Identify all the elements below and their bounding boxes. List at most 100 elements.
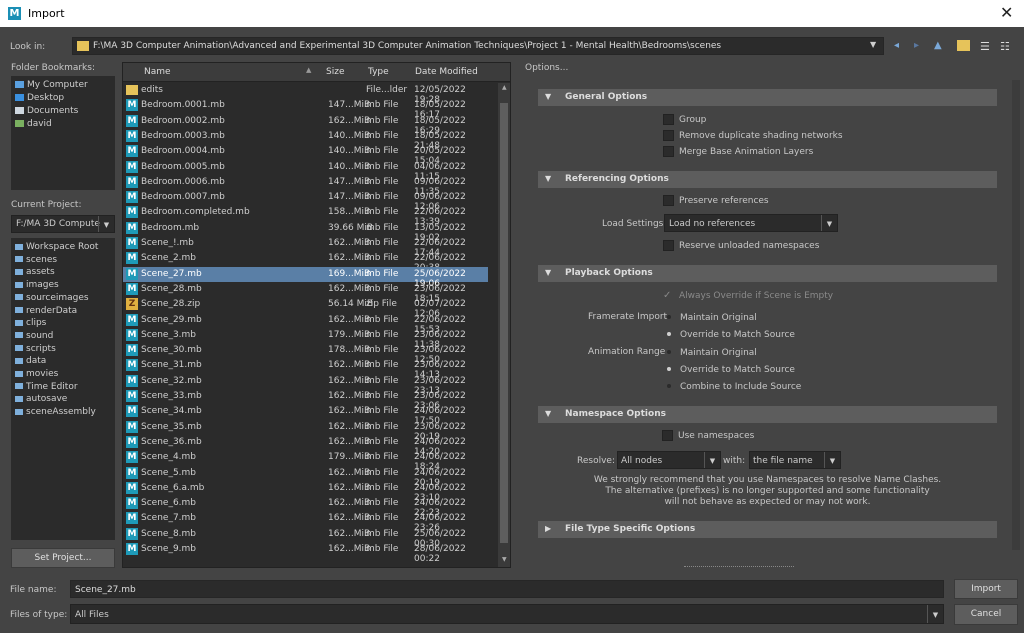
column-date-modified[interactable]: Date Modified xyxy=(415,67,478,77)
namespace-options-header[interactable]: ▼ Namespace Options xyxy=(538,406,997,423)
merge-layers-checkbox[interactable] xyxy=(663,146,674,157)
remove-duplicate-checkbox[interactable] xyxy=(663,130,674,141)
new-folder-icon[interactable] xyxy=(957,40,970,51)
sort-ascending-icon: ▲ xyxy=(306,66,312,74)
bookmark-david[interactable]: david xyxy=(15,119,52,129)
table-row[interactable]: M Scene_6.mb 162...MiB mb File 24/06/2022 22… xyxy=(123,496,488,518)
project-dir-item[interactable]: Workspace Root xyxy=(15,242,98,252)
table-row[interactable]: M Scene_9.mb 162...MiB mb File 28/06/2022 00… xyxy=(123,542,488,564)
project-dir-item[interactable]: scripts xyxy=(15,344,56,354)
cell-type: mb File xyxy=(366,222,399,233)
table-row[interactable]: M Bedroom.0004.mb 140...MiB mb File 20/05/20… xyxy=(123,144,488,166)
range-maintain-radio[interactable] xyxy=(667,350,671,354)
range-combine-radio[interactable] xyxy=(667,384,671,388)
scrollbar-thumb[interactable] xyxy=(500,103,508,543)
splitter-handle[interactable] xyxy=(684,566,794,568)
column-size[interactable]: Size xyxy=(326,67,344,77)
framerate-maintain-radio[interactable] xyxy=(667,315,671,319)
bookmark-desktop[interactable]: Desktop xyxy=(15,93,64,103)
forward-icon[interactable]: ▸ xyxy=(914,40,928,52)
set-project-button[interactable]: Set Project... xyxy=(11,548,115,568)
table-row[interactable]: M Scene_8.mb 162...MiB mb File 25/06/2022 00… xyxy=(123,527,488,549)
use-namespaces-checkbox[interactable] xyxy=(662,430,673,441)
file-name-input[interactable]: Scene_27.mb xyxy=(70,580,944,598)
up-folder-icon[interactable]: ▲ xyxy=(934,40,948,52)
project-dir-item[interactable]: images xyxy=(15,280,59,290)
project-dir-item[interactable]: Time Editor xyxy=(15,382,78,392)
playback-options-header[interactable]: ▼ Playback Options xyxy=(538,265,997,282)
load-settings-dropdown[interactable]: Load no references ▼ xyxy=(664,214,838,232)
cell-name: Scene_2.mb xyxy=(141,253,197,264)
table-row[interactable]: M Bedroom.0003.mb 140...MiB mb File 18/05/20… xyxy=(123,129,488,151)
project-dir-item[interactable]: assets xyxy=(15,267,55,277)
import-button[interactable]: Import xyxy=(954,579,1018,599)
table-row[interactable]: M Scene_28.mb 162...MiB mb File 23/06/2022 1… xyxy=(123,282,488,304)
table-row[interactable]: M Scene_33.mb 162...MiB mb File 23/06/2022 2… xyxy=(123,389,488,411)
back-icon[interactable]: ◂ xyxy=(894,40,908,52)
table-row[interactable]: M Scene_30.mb 178...MiB mb File 23/06/2022 1… xyxy=(123,343,488,365)
table-row[interactable]: MScene_2.mb162...MiBmb File22/06/2022 20… xyxy=(123,251,488,273)
table-row[interactable]: M Bedroom.0002.mb 162...MiB mb File 18/05/20… xyxy=(123,114,488,136)
project-dir-item[interactable]: sourceimages xyxy=(15,293,89,303)
file-list-scrollbar[interactable]: ▲ ▼ xyxy=(498,83,510,567)
cell-type: mb File xyxy=(366,482,399,493)
with-dropdown[interactable]: the file name ▼ xyxy=(749,451,841,469)
scroll-up-icon[interactable]: ▲ xyxy=(502,84,507,91)
project-dir-item[interactable]: sceneAssembly xyxy=(15,407,96,417)
table-row[interactable]: M Scene_!.mb 162...MiB mb File 22/06/2022 17… xyxy=(123,236,488,258)
project-dir-item[interactable]: movies xyxy=(15,369,58,379)
table-row[interactable]: M Scene_36.mb 162...MiB mb File 24/06/2022 1… xyxy=(123,435,488,457)
cell-size: 147...MiB xyxy=(328,100,371,111)
table-row[interactable]: M Scene_6.a.mb 162...MiB mb File 24/06/2022 … xyxy=(123,481,488,503)
range-override-radio[interactable] xyxy=(667,367,671,371)
general-options-header[interactable]: ▼ General Options xyxy=(538,89,997,106)
cancel-button[interactable]: Cancel xyxy=(954,604,1018,625)
bookmark-documents[interactable]: Documents xyxy=(15,106,78,116)
project-dir-item[interactable]: autosave xyxy=(15,394,67,404)
table-row[interactable]: Z Scene_28.zip 56.14 MiB zip File 02/07/2022… xyxy=(123,297,488,319)
maya-file-icon: M xyxy=(126,114,138,127)
table-row[interactable]: M Scene_34.mb 162...MiB mb File 24/06/2022 1… xyxy=(123,404,488,426)
group-checkbox[interactable] xyxy=(663,114,674,125)
project-dir-item[interactable]: data xyxy=(15,356,46,366)
project-dir-item[interactable]: clips xyxy=(15,318,46,328)
table-row[interactable]: edits File...lder 12/05/2022 19:28 xyxy=(123,83,488,105)
list-view-icon[interactable]: ☰ xyxy=(980,40,994,53)
reserve-namespaces-checkbox[interactable] xyxy=(663,240,674,251)
table-row[interactable]: M Scene_32.mb 162...MiB mb File 23/06/2022 2… xyxy=(123,374,488,396)
table-row[interactable]: M Bedroom.0005.mb 140...MiB mb File 04/06/20… xyxy=(123,160,488,182)
table-row[interactable]: M Scene_29.mb 162...MiB mb File 22/06/2022 1… xyxy=(123,313,488,335)
project-dir-item[interactable]: scenes xyxy=(15,255,57,265)
table-row[interactable]: M Scene_3.mb 179...MiB mb File 23/06/2022 11… xyxy=(123,328,488,350)
table-row[interactable]: M Scene_7.mb 162...MiB mb File 24/06/2022 23… xyxy=(123,511,488,533)
referencing-options-header[interactable]: ▼ Referencing Options xyxy=(538,171,997,188)
check-icon[interactable]: ✓ xyxy=(663,290,671,301)
cell-size: 178...MiB xyxy=(328,345,371,356)
table-row[interactable]: M Scene_31.mb 162...MiB mb File 23/06/2022 1… xyxy=(123,358,488,380)
project-dir-item[interactable]: renderData xyxy=(15,306,77,316)
files-of-type-dropdown[interactable]: All Files ▼ xyxy=(70,604,944,624)
look-in-dropdown[interactable]: F:\MA 3D Computer Animation\Advanced and… xyxy=(72,37,884,55)
project-dir-item[interactable]: sound xyxy=(15,331,53,341)
table-row[interactable]: M Scene_27.mb 169...MiB mb File 25/06/2022 1… xyxy=(123,266,488,289)
bookmark-my-computer[interactable]: My Computer xyxy=(15,80,88,90)
table-row[interactable]: M Scene_35.mb 162...MiB mb File 23/06/2022 2… xyxy=(123,420,488,442)
column-name[interactable]: Name xyxy=(144,67,171,77)
table-row[interactable]: M Bedroom.0001.mb 147...MiB mb File 18/05/20… xyxy=(123,98,488,120)
close-icon[interactable]: ✕ xyxy=(1000,3,1013,22)
table-row[interactable]: M Bedroom.0006.mb 147...MiB mb File 09/06/20… xyxy=(123,175,488,197)
scroll-down-icon[interactable]: ▼ xyxy=(502,556,507,563)
table-row[interactable]: M Scene_5.mb 162...MiB mb File 24/06/2022 20… xyxy=(123,466,488,488)
resolve-dropdown[interactable]: All nodes ▼ xyxy=(617,451,721,469)
preserve-references-checkbox[interactable] xyxy=(663,195,674,206)
table-row[interactable]: M Bedroom.0007.mb 147...MiB mb File 09/06/20… xyxy=(123,190,488,212)
detail-view-icon[interactable]: ☷ xyxy=(1000,40,1014,53)
framerate-override-radio[interactable] xyxy=(667,332,671,336)
file-type-options-header[interactable]: ▶ File Type Specific Options xyxy=(538,521,997,538)
current-project-dropdown[interactable]: F:/MA 3D Compute ▼ xyxy=(11,215,115,233)
column-type[interactable]: Type xyxy=(368,67,389,77)
table-row[interactable]: M Bedroom.mb 39.66 MiB mb File 13/05/2022 19… xyxy=(123,221,488,243)
options-scrollbar[interactable] xyxy=(1012,80,1020,550)
table-row[interactable]: M Bedroom.completed.mb 158...MiB mb File 22/… xyxy=(123,205,488,227)
table-row[interactable]: M Scene_4.mb 179...MiB mb File 24/06/2022 18… xyxy=(123,450,488,472)
